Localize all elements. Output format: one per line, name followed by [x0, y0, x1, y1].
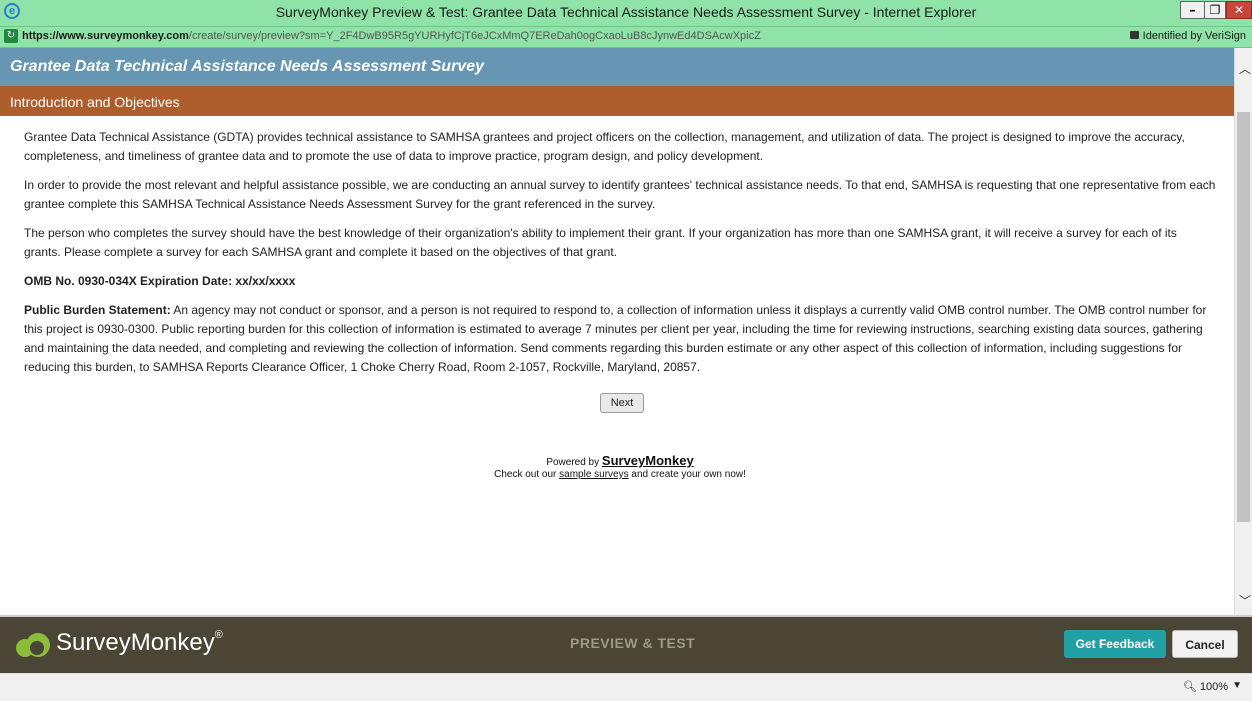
get-feedback-button[interactable]: Get Feedback	[1064, 630, 1166, 658]
zoom-icon: 🔍︎	[1182, 681, 1197, 693]
address-bar[interactable]: ↻ https://www.surveymonkey.com/create/su…	[0, 27, 1252, 48]
survey-page: Grantee Data Technical Assistance Needs …	[0, 48, 1234, 615]
logo-registered: ®	[214, 629, 223, 641]
intro-content: Grantee Data Technical Assistance (GDTA)…	[0, 116, 1234, 481]
next-container: Next	[24, 393, 1216, 413]
url-scheme: https://www.	[22, 30, 87, 42]
window-title: SurveyMonkey Preview & Test: Grantee Dat…	[275, 4, 977, 20]
preview-mode-label: PREVIEW & TEST	[570, 635, 696, 651]
burden-label: Public Burden Statement:	[24, 303, 171, 317]
intro-paragraph: In order to provide the most relevant an…	[24, 178, 1216, 211]
window-title-bar: e SurveyMonkey Preview & Test: Grantee D…	[0, 0, 1252, 27]
surveymonkey-link[interactable]: SurveyMonkey	[602, 453, 694, 468]
omb-number: OMB No. 0930-034X Expiration Date: xx/xx…	[24, 272, 1216, 291]
status-bar: 🔍︎ 100% ▼	[0, 673, 1252, 701]
powered-by: Powered by SurveyMonkey Check out our sa…	[24, 453, 1216, 481]
zoom-value: 100%	[1199, 681, 1228, 693]
zoom-level[interactable]: 🔍︎ 100%	[1183, 680, 1228, 693]
identity-label: Identified by VeriSign	[1142, 30, 1246, 42]
scrollbar-thumb[interactable]	[1237, 112, 1250, 522]
cancel-button[interactable]: Cancel	[1172, 630, 1238, 658]
minimize-button[interactable]: –	[1180, 1, 1204, 19]
close-window-button[interactable]: ✕	[1226, 1, 1252, 19]
burden-text: An agency may not conduct or sponsor, an…	[24, 303, 1207, 374]
preview-footer: SurveyMonkey® PREVIEW & TEST Get Feedbac…	[0, 615, 1252, 673]
surveymonkey-logo: SurveyMonkey®	[16, 629, 223, 657]
url-path: /create/survey/preview?sm=Y_2F4DwB95R5gY…	[188, 30, 761, 42]
zoom-dropdown-icon[interactable]: ▼	[1232, 680, 1242, 691]
intro-paragraph: Grantee Data Technical Assistance (GDTA)…	[24, 130, 1185, 163]
logo-text: SurveyMonkey	[56, 629, 215, 656]
sample-surveys-link[interactable]: sample surveys	[559, 469, 628, 480]
surveymonkey-logo-icon	[16, 631, 52, 657]
omb-number-text: OMB No. 0930-034X Expiration Date: xx/xx…	[24, 274, 296, 288]
security-identity[interactable]: Identified by VeriSign	[1129, 30, 1246, 42]
vertical-scrollbar[interactable]: ︿ ﹀	[1234, 48, 1252, 615]
intro-paragraph: The person who completes the survey shou…	[24, 226, 1177, 259]
url-domain: surveymonkey.com	[86, 30, 189, 42]
burden-statement: Public Burden Statement: An agency may n…	[24, 301, 1216, 377]
refresh-icon[interactable]: ↻	[4, 29, 18, 43]
powered-prefix: Powered by	[546, 457, 602, 468]
section-header: Introduction and Objectives	[0, 86, 1234, 116]
url-field[interactable]: https://www.surveymonkey.com/create/surv…	[22, 30, 761, 42]
next-button[interactable]: Next	[599, 393, 645, 413]
sample-prefix: Check out our	[494, 469, 560, 480]
sample-suffix: and create your own now!	[628, 469, 746, 480]
maximize-button[interactable]: ❐	[1204, 1, 1226, 19]
scroll-up-icon[interactable]: ︿	[1239, 60, 1251, 77]
lock-icon	[1129, 31, 1139, 39]
scroll-down-icon[interactable]: ﹀	[1239, 592, 1251, 609]
survey-title: Grantee Data Technical Assistance Needs …	[0, 48, 1234, 86]
